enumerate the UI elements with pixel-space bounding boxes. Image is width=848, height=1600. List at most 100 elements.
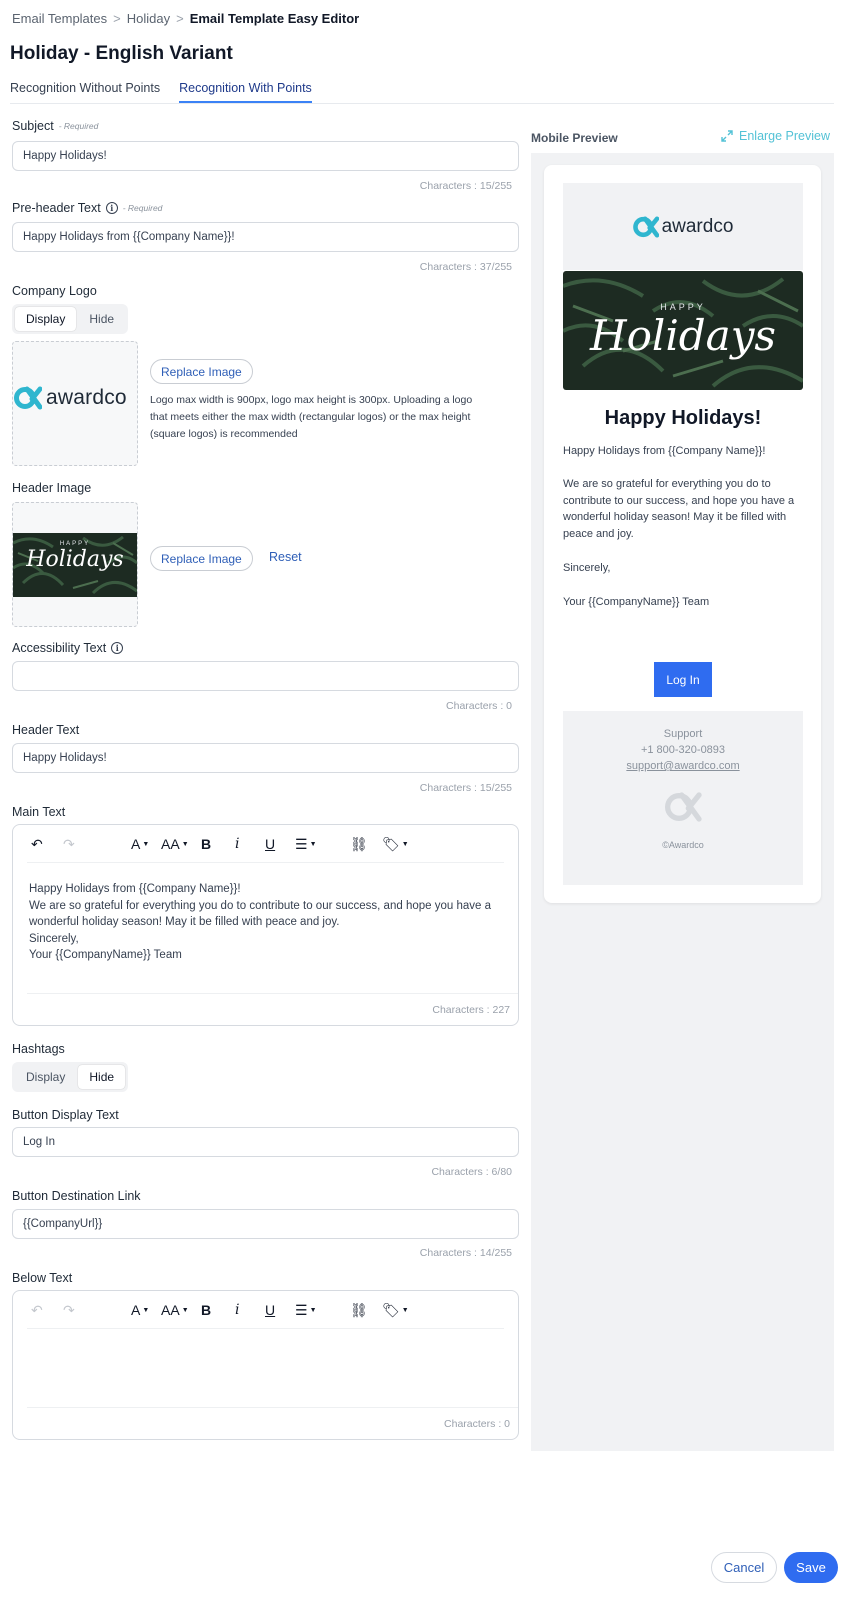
button-link-char-count: Characters : 14/255 (419, 1247, 512, 1259)
font-color-icon: A (131, 1302, 141, 1318)
logo-hide-option[interactable]: Hide (78, 307, 125, 331)
main-text-editor: ↶ ↷ A ▼ AA ▼ B i U ☰ ▼ ⛓ 🏷 ▼ Happy Holidays … (12, 824, 519, 1026)
subject-char-count: Characters : 15/255 (419, 180, 512, 192)
company-logo-thumbnail: awardco (12, 341, 138, 466)
button-text-input[interactable]: Log In (12, 1127, 519, 1157)
preview-support-label: Support (663, 728, 703, 740)
subject-label-text: Subject (12, 119, 54, 133)
tag-dropdown[interactable]: 🏷 ▼ (382, 1302, 409, 1319)
breadcrumb-holiday[interactable]: Holiday (127, 11, 170, 26)
awardco-logo: awardco (14, 386, 127, 410)
align-dropdown[interactable]: ☰ ▼ (295, 1302, 317, 1319)
font-color-dropdown[interactable]: A ▼ (131, 836, 149, 852)
font-color-dropdown[interactable]: A ▼ (131, 1302, 149, 1318)
font-size-icon: AA (161, 836, 180, 852)
breadcrumb-current: Email Template Easy Editor (189, 11, 360, 26)
main-text-label: Main Text (12, 805, 66, 819)
main-text-content[interactable]: Happy Holidays from {{Company Name}}! We… (13, 863, 518, 982)
font-size-dropdown[interactable]: AA ▼ (161, 1302, 189, 1318)
hashtags-hide-option[interactable]: Hide (78, 1065, 126, 1089)
preview-sign-off: Sincerely, (563, 562, 611, 574)
breadcrumb-email-templates[interactable]: Email Templates (12, 11, 107, 26)
bold-icon[interactable]: B (201, 1302, 211, 1318)
awardco-mark-icon (632, 215, 659, 238)
preview-headline: Happy Holidays! (604, 407, 762, 429)
tag-dropdown[interactable]: 🏷 ▼ (382, 836, 409, 853)
preview-body: We are so grateful for everything you do… (563, 478, 795, 540)
button-text-label: Button Display Text (12, 1108, 119, 1122)
link-icon[interactable]: ⛓ (350, 1302, 368, 1319)
align-dropdown[interactable]: ☰ ▼ (295, 836, 317, 853)
logo-wordmark: awardco (661, 215, 734, 237)
preview-greeting: Happy Holidays from {{Company Name}}! (563, 445, 766, 457)
save-button[interactable]: Save (784, 1552, 838, 1583)
preheader-input[interactable]: Happy Holidays from {{Company Name}}! (12, 222, 519, 252)
italic-icon[interactable]: i (235, 1302, 239, 1318)
accessibility-input[interactable] (12, 661, 519, 691)
banner-holidays-text: Holidays (26, 547, 124, 572)
preview-support-email[interactable]: support@awardco.com (563, 758, 803, 774)
tab-recognition-without-points[interactable]: Recognition Without Points (10, 81, 160, 103)
undo-icon[interactable]: ↶ (31, 1302, 43, 1319)
preview-copyright: ©Awardco (662, 840, 704, 850)
underline-icon[interactable]: U (265, 1302, 275, 1318)
header-text-input[interactable]: Happy Holidays! (12, 743, 519, 773)
required-hint: - Required (122, 203, 163, 213)
enlarge-preview-button[interactable]: Enlarge Preview (721, 129, 830, 143)
accessibility-label-text: Accessibility Text (12, 641, 107, 655)
mobile-preview-title: Mobile Preview (531, 131, 618, 145)
main-text-char-count: Characters : 227 (432, 1004, 510, 1016)
main-text-line: We are so grateful for everything you do… (29, 899, 491, 929)
align-icon: ☰ (295, 836, 308, 852)
expand-icon (721, 130, 733, 142)
preview-login-button[interactable]: Log In (654, 662, 712, 697)
link-icon[interactable]: ⛓ (350, 836, 368, 853)
below-text-content[interactable] (13, 1329, 518, 1407)
header-text-label: Header Text (12, 723, 80, 737)
logo-help-text: Logo max width is 900px, logo max height… (150, 394, 473, 440)
bold-icon[interactable]: B (201, 836, 211, 852)
tab-bar: Recognition Without Points Recognition W… (10, 81, 312, 103)
logo-display-option[interactable]: Display (15, 307, 77, 331)
preview-header-image: HAPPY Holidays (563, 271, 803, 390)
cancel-button[interactable]: Cancel (711, 1552, 777, 1583)
reset-header-image-button[interactable]: Reset (269, 550, 302, 564)
below-text-editor: ↶ ↷ A ▼ AA ▼ B i U ☰ ▼ ⛓ 🏷 ▼ Characters : 0 (12, 1290, 519, 1440)
replace-logo-button[interactable]: Replace Image (150, 359, 253, 384)
accessibility-char-count: Characters : 0 (446, 700, 512, 712)
info-icon[interactable]: i (111, 642, 124, 654)
accessibility-label: Accessibility Text i (12, 641, 124, 655)
below-text-label: Below Text (12, 1271, 73, 1285)
redo-icon[interactable]: ↷ (63, 836, 75, 853)
chevron-right-icon: > (176, 11, 184, 26)
preheader-label: Pre-header Text i - Required (12, 201, 162, 215)
button-link-input[interactable]: {{CompanyUrl}} (12, 1209, 519, 1239)
logo-wordmark: awardco (46, 386, 127, 409)
header-text-char-count: Characters : 15/255 (419, 782, 512, 794)
below-text-footer: Characters : 0 (27, 1407, 518, 1439)
tag-icon: 🏷 (382, 1302, 400, 1318)
subject-input[interactable]: Happy Holidays! (12, 141, 519, 171)
undo-icon[interactable]: ↶ (31, 836, 43, 853)
below-text-char-count: Characters : 0 (444, 1418, 510, 1430)
hashtags-display-option[interactable]: Display (15, 1065, 76, 1089)
redo-icon[interactable]: ↷ (63, 1302, 75, 1319)
hashtags-label: Hashtags (12, 1042, 65, 1056)
preheader-label-text: Pre-header Text (12, 201, 101, 215)
awardco-mark-icon (14, 386, 42, 410)
company-logo-toggle: Display Hide (12, 304, 129, 334)
underline-icon[interactable]: U (265, 836, 275, 852)
button-text-char-count: Characters : 6/80 (431, 1166, 512, 1178)
awardco-mark-icon (563, 791, 803, 823)
main-text-line: Your {{CompanyName}} Team (29, 949, 182, 961)
required-hint: - Required (58, 121, 99, 131)
info-icon[interactable]: i (105, 202, 118, 214)
italic-icon[interactable]: i (235, 836, 239, 852)
preheader-char-count: Characters : 37/255 (419, 261, 512, 273)
company-logo-label: Company Logo (12, 284, 97, 298)
font-size-dropdown[interactable]: AA ▼ (161, 836, 189, 852)
replace-header-image-button[interactable]: Replace Image (150, 546, 253, 571)
subject-label: Subject - Required (12, 119, 98, 133)
tab-recognition-with-points[interactable]: Recognition With Points (179, 81, 312, 103)
preview-footer: Support +1 800-320-0893 support@awardco.… (563, 711, 803, 885)
